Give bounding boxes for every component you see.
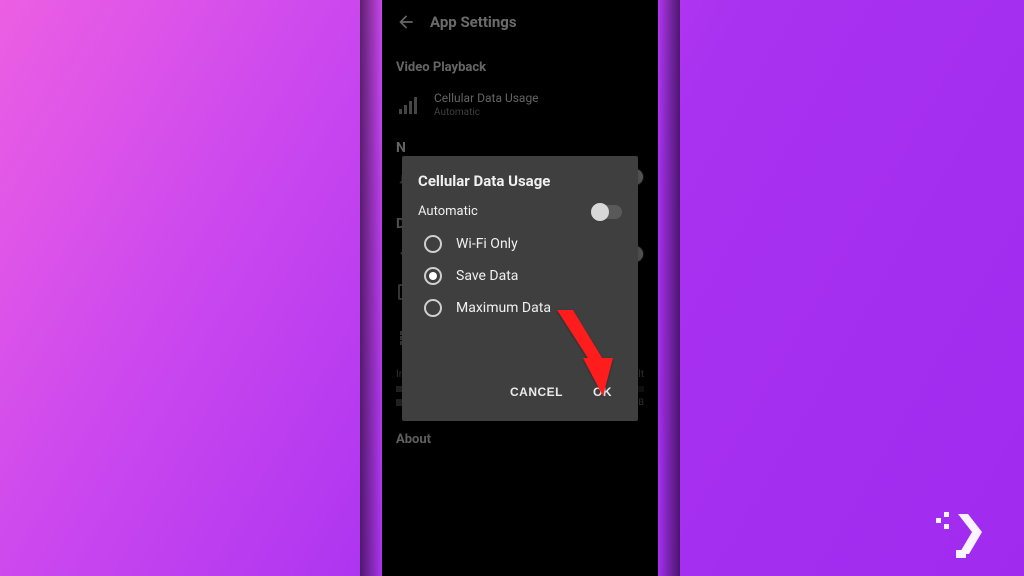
row-subtitle: Automatic — [434, 107, 539, 118]
cancel-button[interactable]: CANCEL — [500, 377, 573, 407]
row-title: Cellular Data Usage — [434, 91, 539, 105]
cellular-data-usage-row[interactable]: Cellular Data Usage Automatic — [382, 81, 658, 128]
ok-button[interactable]: OK — [583, 377, 622, 407]
automatic-label: Automatic — [418, 204, 478, 219]
radio-label: Save Data — [456, 268, 518, 284]
header: App Settings — [382, 0, 658, 42]
back-arrow-icon[interactable] — [396, 12, 416, 32]
cellular-data-usage-dialog: Cellular Data Usage Automatic Wi-Fi Only… — [402, 156, 638, 421]
radio-icon — [424, 235, 442, 253]
radio-icon — [424, 299, 442, 317]
section-notifications: N — [382, 128, 658, 156]
watermark-logo-icon — [934, 506, 1006, 562]
radio-maximum-data[interactable]: Maximum Data — [424, 299, 622, 317]
radio-save-data[interactable]: Save Data — [424, 267, 622, 285]
radio-icon — [424, 267, 442, 285]
signal-bars-icon — [396, 93, 420, 117]
radio-label: Maximum Data — [456, 300, 551, 316]
radio-label: Wi-Fi Only — [456, 236, 518, 252]
automatic-toggle[interactable] — [592, 205, 622, 219]
radio-wifi-only[interactable]: Wi-Fi Only — [424, 235, 622, 253]
page-title: App Settings — [430, 13, 517, 31]
section-video-playback: Video Playback — [382, 42, 658, 81]
dialog-title: Cellular Data Usage — [418, 172, 622, 190]
